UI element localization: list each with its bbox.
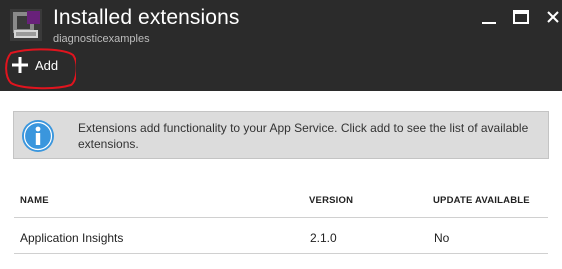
info-icon: [22, 120, 54, 152]
row-divider: [14, 253, 548, 254]
plus-icon: [12, 57, 28, 73]
info-text: Extensions add functionality to your App…: [78, 121, 529, 151]
column-header-name: NAME: [20, 195, 49, 206]
extension-version-cell: 2.1.0: [310, 231, 337, 245]
extension-update-cell: No: [434, 231, 450, 245]
column-header-version: VERSION: [309, 195, 354, 206]
add-button[interactable]: Add: [12, 55, 58, 75]
maximize-icon[interactable]: [513, 10, 529, 24]
blade-header: Installed extensions diagnosticexamples …: [0, 0, 562, 91]
info-banner: Extensions add functionality to your App…: [13, 111, 549, 159]
extensions-icon: [10, 9, 42, 41]
page-subtitle: diagnosticexamples: [53, 33, 150, 45]
column-header-update-available: UPDATE AVAILABLE: [433, 195, 530, 206]
header-divider: [14, 217, 548, 218]
add-button-label: Add: [35, 57, 59, 73]
minimize-icon[interactable]: [481, 12, 497, 26]
extension-name-cell: Application Insights: [20, 231, 124, 245]
page-title: Installed extensions: [53, 6, 240, 29]
close-icon[interactable]: [546, 10, 560, 24]
